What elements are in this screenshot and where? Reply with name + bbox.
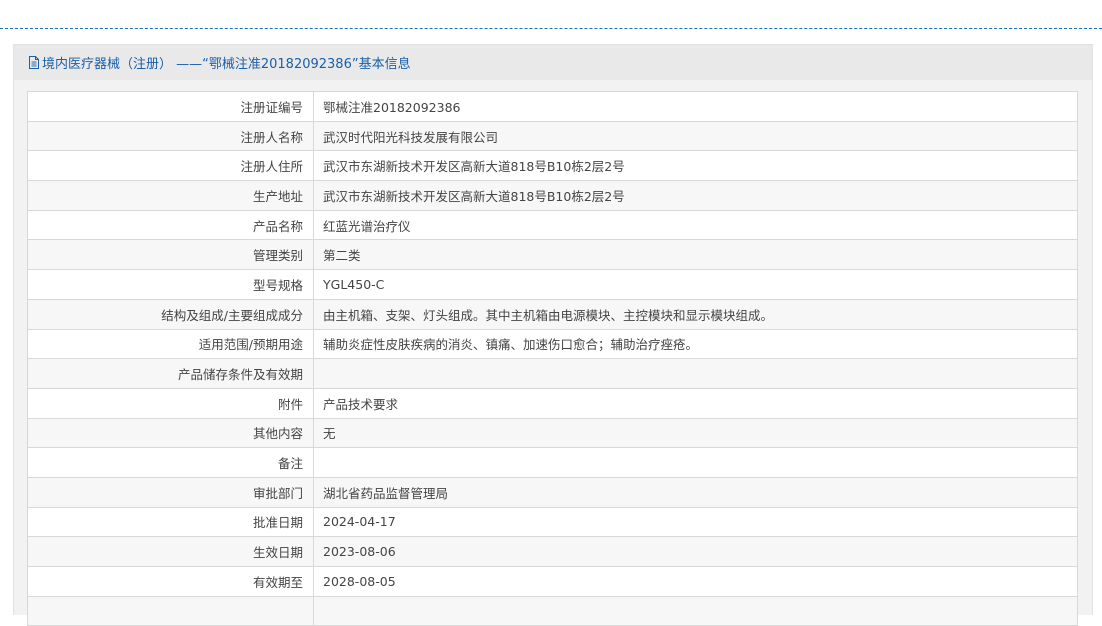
table-row: 备注 (27, 447, 1078, 478)
field-value: 鄂械注准20182092386 (313, 91, 1078, 122)
field-value: 由主机箱、支架、灯头组成。其中主机箱由电源模块、主控模块和显示模块组成。 (313, 298, 1078, 330)
detail-table-wrap: 注册证编号 鄂械注准20182092386 注册人名称 武汉时代阳光科技发展有限公司注… (27, 91, 1078, 626)
table-row: 有效期至 2028-08-05 (27, 566, 1078, 597)
field-label: 生效日期 (27, 536, 314, 567)
field-value: 2024-04-17 (313, 506, 1078, 538)
field-value (313, 447, 1078, 478)
table-row (27, 595, 1078, 626)
field-label: 注册人住所 (27, 150, 314, 182)
field-value: 2023-08-06 (313, 536, 1078, 567)
table-row: 型号规格 YGL450-C (27, 269, 1078, 300)
panel-header: 境内医疗器械（注册） ——“鄂械注准20182092386”基本信息 (14, 45, 1092, 80)
field-label: 审批部门 (27, 476, 314, 508)
top-divider (0, 28, 1102, 29)
field-label (27, 595, 314, 626)
field-label: 注册证编号 (27, 91, 314, 122)
field-label: 注册人名称 (27, 120, 314, 152)
table-row: 产品名称 红蓝光谱治疗仪 (27, 209, 1078, 241)
field-value (313, 595, 1078, 626)
field-label: 其他内容 (27, 417, 314, 449)
field-value: 产品技术要求 (313, 387, 1078, 419)
panel-title: 境内医疗器械（注册） ——“鄂械注准20182092386”基本信息 (42, 57, 411, 72)
field-label: 批准日期 (27, 506, 314, 538)
field-value: 湖北省药品监督管理局 (313, 476, 1078, 508)
field-value: 武汉时代阳光科技发展有限公司 (313, 120, 1078, 152)
field-value: 2028-08-05 (313, 566, 1078, 597)
field-label: 有效期至 (27, 566, 314, 597)
field-label: 适用范围/预期用途 (27, 328, 314, 360)
table-row: 适用范围/预期用途 辅助炎症性皮肤疾病的消炎、镇痛、加速伤口愈合；辅助治疗痤疮。 (27, 328, 1078, 360)
field-label: 附件 (27, 387, 314, 419)
field-label: 型号规格 (27, 269, 314, 300)
table-row: 注册证编号 鄂械注准20182092386 (27, 91, 1078, 122)
table-row: 审批部门 湖北省药品监督管理局 (27, 476, 1078, 508)
field-label: 结构及组成/主要组成成分 (27, 298, 314, 330)
table-row: 注册人名称 武汉时代阳光科技发展有限公司 (27, 120, 1078, 152)
table-row: 其他内容无 (27, 417, 1078, 449)
field-value (313, 358, 1078, 389)
detail-table: 注册证编号 鄂械注准20182092386 注册人名称 武汉时代阳光科技发展有限公司注… (27, 91, 1078, 626)
field-value: YGL450-C (313, 269, 1078, 300)
field-label: 生产地址 (27, 180, 314, 211)
field-value: 辅助炎症性皮肤疾病的消炎、镇痛、加速伤口愈合；辅助治疗痤疮。 (313, 328, 1078, 360)
field-value: 武汉市东湖新技术开发区高新大道818号B10栋2层2号 (313, 180, 1078, 211)
table-row: 批准日期 2024-04-17 (27, 506, 1078, 538)
table-row: 附件 产品技术要求 (27, 387, 1078, 419)
field-value: 红蓝光谱治疗仪 (313, 209, 1078, 241)
field-label: 产品储存条件及有效期 (27, 358, 314, 389)
field-label: 管理类别 (27, 239, 314, 271)
table-row: 注册人住所 武汉市东湖新技术开发区高新大道818号B10栋2层2号 (27, 150, 1078, 182)
table-row: 产品储存条件及有效期 (27, 358, 1078, 389)
field-value: 武汉市东湖新技术开发区高新大道818号B10栋2层2号 (313, 150, 1078, 182)
field-label: 备注 (27, 447, 314, 478)
table-row: 结构及组成/主要组成成分 由主机箱、支架、灯头组成。其中主机箱由电源模块、主控模块… (27, 298, 1078, 330)
field-value: 第二类 (313, 239, 1078, 271)
table-row: 管理类别 第二类 (27, 239, 1078, 271)
document-icon (29, 56, 39, 69)
field-value: 无 (313, 417, 1078, 449)
field-label: 产品名称 (27, 209, 314, 241)
table-row: 生产地址 武汉市东湖新技术开发区高新大道818号B10栋2层2号 (27, 180, 1078, 211)
table-row: 生效日期 2023-08-06 (27, 536, 1078, 567)
info-panel: 境内医疗器械（注册） ——“鄂械注准20182092386”基本信息 注册证编号… (13, 44, 1093, 626)
